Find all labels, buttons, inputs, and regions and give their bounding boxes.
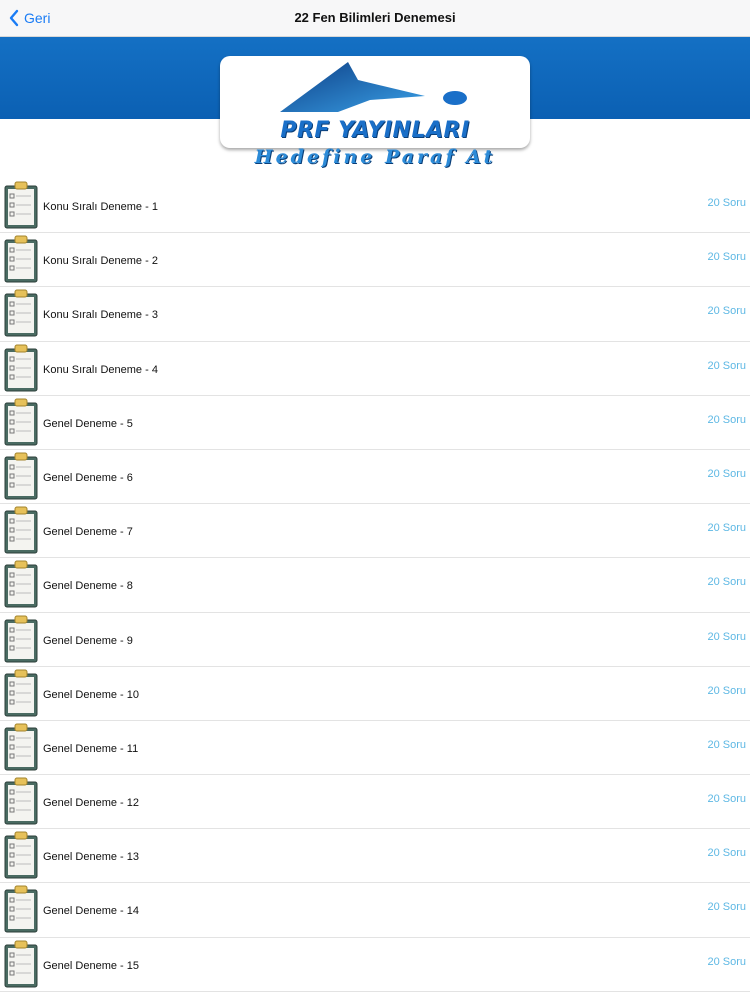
item-title: Genel Deneme - 13: [43, 851, 139, 864]
question-count: 20 Soru: [707, 738, 746, 751]
list-item[interactable]: Konu Sıralı Deneme - 1 20 Soru: [0, 179, 750, 234]
list-item[interactable]: Konu Sıralı Deneme - 2 20 Soru: [0, 233, 750, 288]
clipboard-checklist-icon: [4, 181, 38, 229]
clipboard-icon: [4, 723, 38, 771]
clipboard-checklist-icon: [4, 506, 38, 554]
clipboard-checklist-icon: [4, 235, 38, 283]
list-item[interactable]: Genel Deneme - 11 20 Soru: [0, 721, 750, 776]
question-count: 20 Soru: [707, 359, 746, 372]
question-count: 20 Soru: [707, 251, 746, 264]
list-item[interactable]: Genel Deneme - 13 20 Soru: [0, 829, 750, 884]
clipboard-icon: [4, 398, 38, 446]
question-count: 20 Soru: [707, 467, 746, 480]
clipboard-icon: [4, 940, 38, 988]
list-item[interactable]: Genel Deneme - 8 20 Soru: [0, 558, 750, 613]
item-title: Genel Deneme - 9: [43, 634, 133, 647]
logo-text: PRF YAYINLARI: [280, 118, 470, 143]
question-count: 20 Soru: [707, 630, 746, 643]
question-count: 20 Soru: [707, 684, 746, 697]
clipboard-checklist-icon: [4, 398, 38, 446]
clipboard-checklist-icon: [4, 615, 38, 662]
list-item[interactable]: Genel Deneme - 15 20 Soru: [0, 938, 750, 992]
question-count: 20 Soru: [707, 793, 746, 806]
item-title: Genel Deneme - 11: [43, 742, 139, 755]
page-title: 22 Fen Bilimleri Denemesi: [294, 10, 456, 25]
publisher-logo: PRF YAYINLARI: [220, 56, 530, 148]
question-count: 20 Soru: [707, 847, 746, 860]
clipboard-icon: [4, 506, 38, 554]
list-item[interactable]: Konu Sıralı Deneme - 3 20 Soru: [0, 287, 750, 342]
question-count: 20 Soru: [707, 955, 746, 968]
question-count: 20 Soru: [707, 305, 746, 318]
item-title: Konu Sıralı Deneme - 3: [43, 309, 158, 322]
item-title: Konu Sıralı Deneme - 2: [43, 255, 158, 268]
list-item[interactable]: Genel Deneme - 10 20 Soru: [0, 667, 750, 721]
clipboard-checklist-icon: [4, 669, 38, 717]
navigation-bar: Geri 22 Fen Bilimleri Denemesi: [0, 0, 750, 37]
item-title: Konu Sıralı Deneme - 1: [43, 201, 158, 213]
clipboard-icon: [4, 669, 38, 717]
item-title: Genel Deneme - 15: [43, 959, 139, 972]
clipboard-icon: [4, 615, 38, 663]
item-title: Genel Deneme - 5: [43, 417, 133, 430]
list-item[interactable]: Genel Deneme - 9 20 Soru: [0, 613, 750, 667]
clipboard-icon: [4, 181, 38, 229]
clipboard-checklist-icon: [4, 344, 38, 392]
question-count: 20 Soru: [707, 197, 746, 209]
list-item[interactable]: Genel Deneme - 12 20 Soru: [0, 775, 750, 830]
item-title: Genel Deneme - 8: [43, 580, 133, 593]
clipboard-icon: [4, 452, 38, 500]
clipboard-icon: [4, 289, 38, 337]
exam-list: Konu Sıralı Deneme - 1 20 Soru Konu Sıralı…: [0, 179, 750, 992]
question-count: 20 Soru: [707, 576, 746, 589]
list-item[interactable]: Konu Sıralı Deneme - 4 20 Soru: [0, 342, 750, 396]
clipboard-icon: [4, 560, 38, 608]
list-item[interactable]: Genel Deneme - 14 20 Soru: [0, 883, 750, 938]
item-title: Genel Deneme - 6: [43, 471, 133, 484]
clipboard-icon: [4, 344, 38, 392]
clipboard-checklist-icon: [4, 560, 38, 608]
clipboard-checklist-icon: [4, 940, 38, 988]
clipboard-icon: [4, 777, 38, 825]
list-item[interactable]: Genel Deneme - 5 20 Soru: [0, 396, 750, 450]
question-count: 20 Soru: [707, 413, 746, 426]
list-item[interactable]: Genel Deneme - 6 20 Soru: [0, 450, 750, 505]
question-count: 20 Soru: [707, 901, 746, 914]
clipboard-checklist-icon: [4, 777, 38, 825]
item-title: Genel Deneme - 10: [43, 688, 139, 701]
item-title: Genel Deneme - 14: [43, 905, 139, 918]
clipboard-icon: [4, 831, 38, 879]
list-item[interactable]: Genel Deneme - 7 20 Soru: [0, 504, 750, 559]
clipboard-checklist-icon: [4, 831, 38, 879]
clipboard-checklist-icon: [4, 452, 38, 500]
clipboard-checklist-icon: [4, 289, 38, 337]
question-count: 20 Soru: [707, 522, 746, 535]
clipboard-icon: [4, 885, 38, 933]
item-title: Konu Sıralı Deneme - 4: [43, 363, 158, 376]
clipboard-checklist-icon: [4, 885, 38, 933]
item-title: Genel Deneme - 7: [43, 526, 133, 539]
clipboard-checklist-icon: [4, 723, 38, 771]
logo-slogan: Hedefine Paraf At: [254, 146, 496, 168]
item-title: Genel Deneme - 12: [43, 797, 139, 810]
clipboard-icon: [4, 235, 38, 283]
